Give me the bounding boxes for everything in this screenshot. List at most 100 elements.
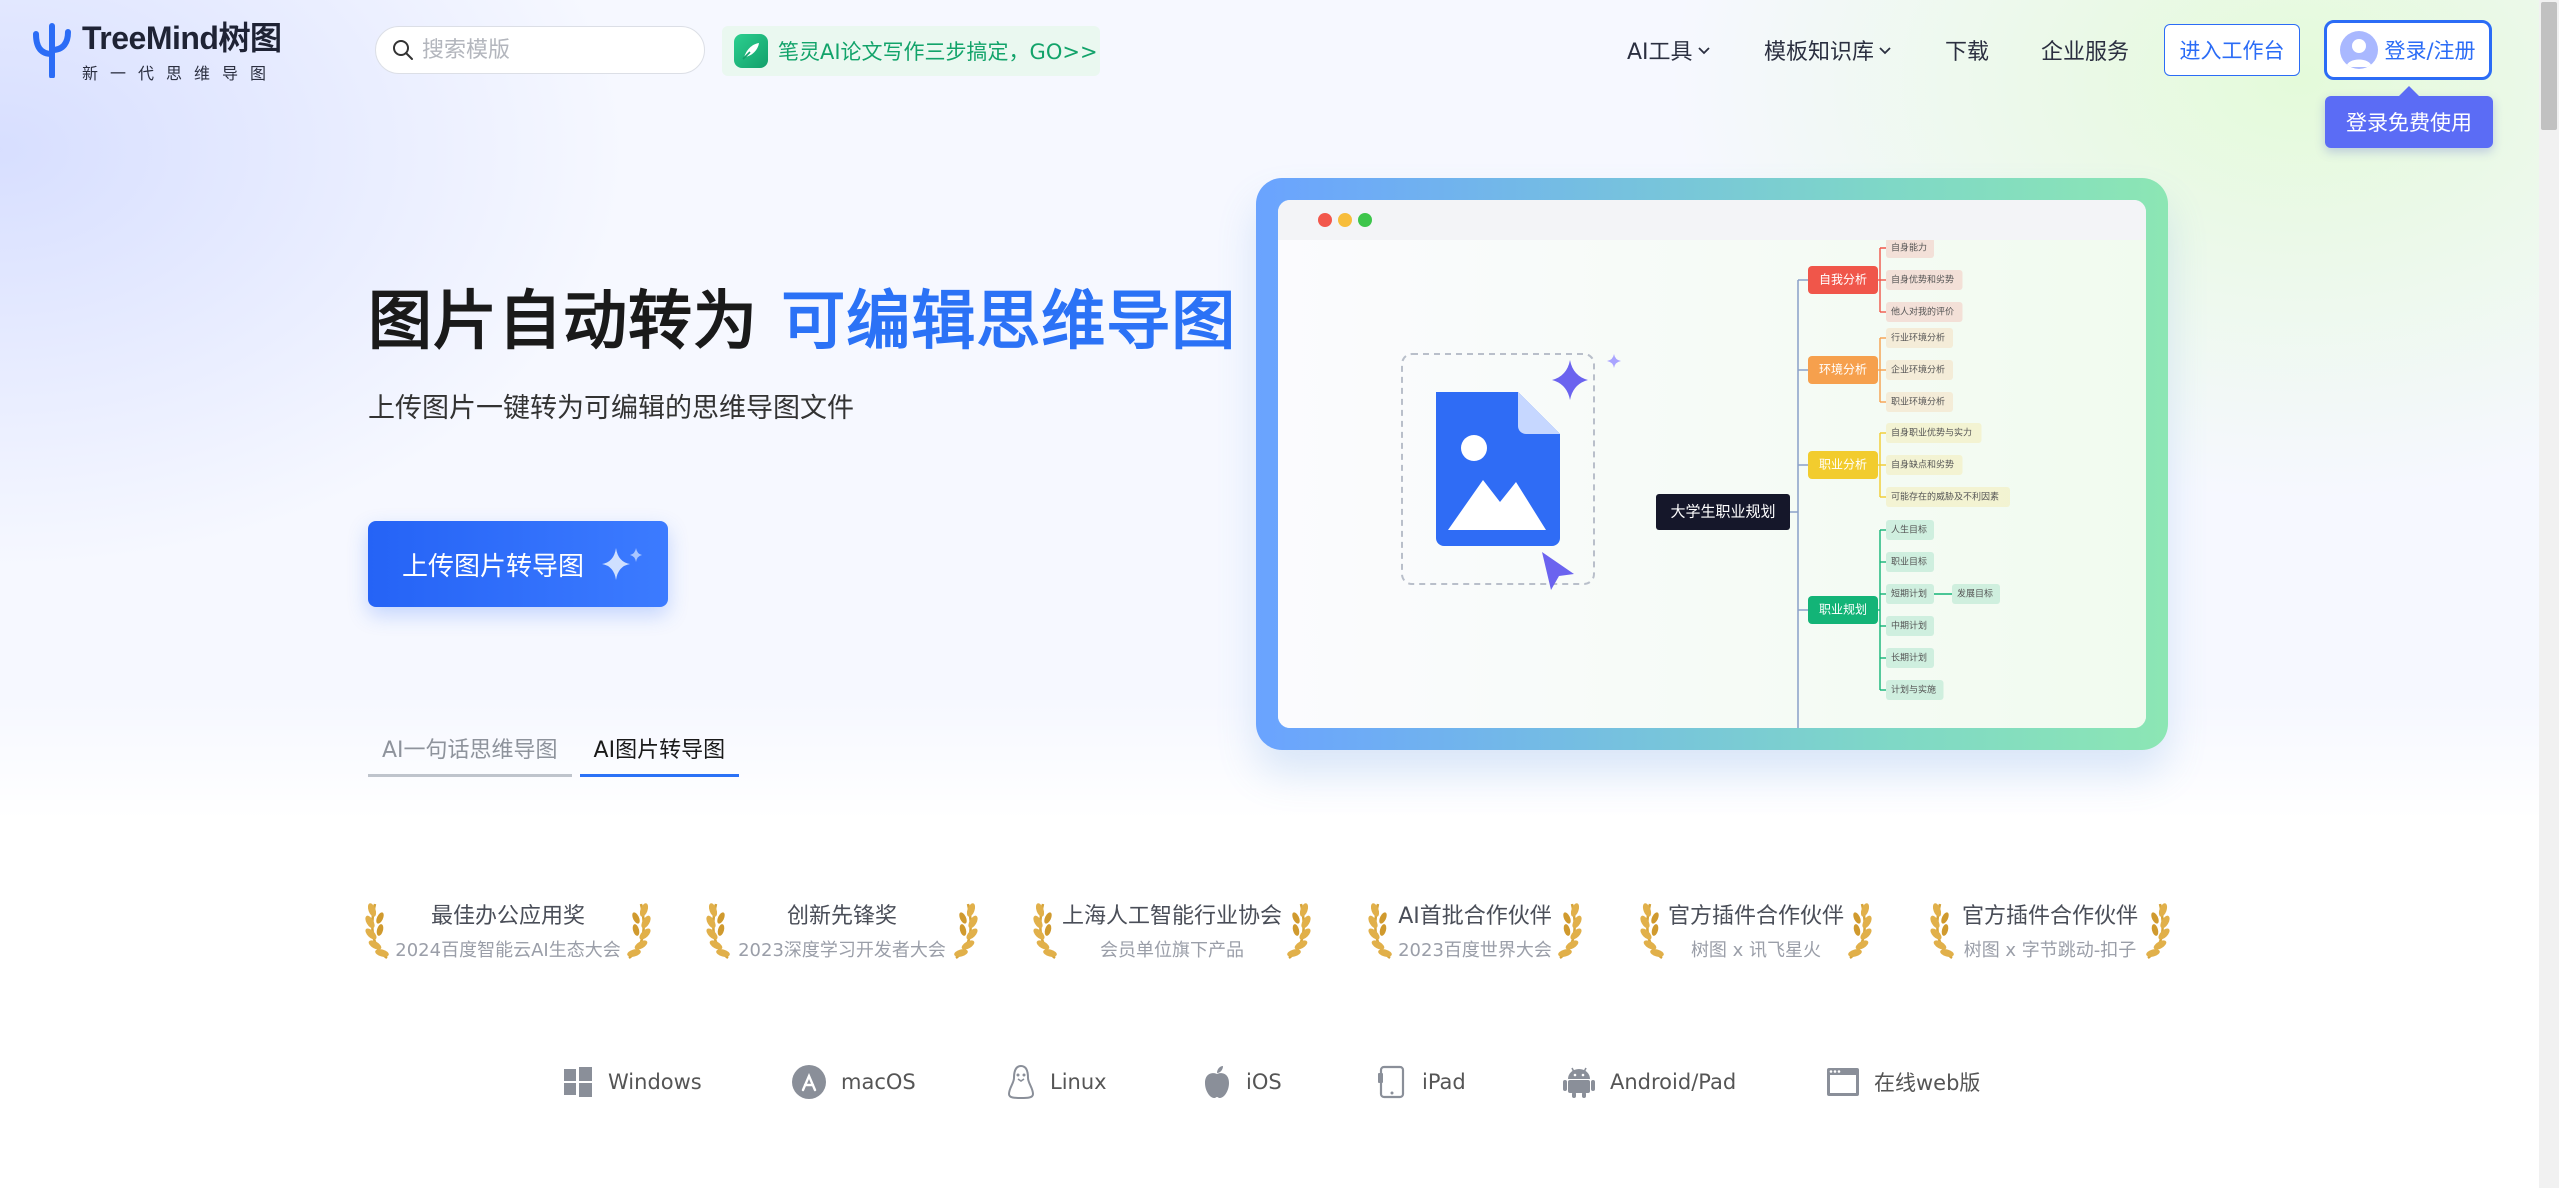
login-label: 登录/注册 (2384, 39, 2476, 63)
scrollbar-thumb[interactable] (2541, 2, 2557, 130)
mindmap-leaf-label: 长期计划 (1891, 652, 1927, 664)
apple-icon (1202, 1065, 1246, 1099)
laurel-left-icon (365, 903, 389, 960)
award-subtitle: 2023深度学习开发者大会 (738, 940, 946, 961)
award-title: 最佳办公应用奖 (430, 904, 585, 929)
sparkle-icon (1552, 360, 1588, 400)
mindmap-branch-label: 职业分析 (1819, 458, 1867, 472)
award-item: 官方插件合作伙伴 树图 x 讯飞星火 (1640, 890, 1872, 970)
platforms-row: Windows macOS Linux iOS iPad Android/Pad 在线web… (0, 1062, 2559, 1102)
minimize-dot-icon (1338, 213, 1352, 227)
laurel-right-icon (627, 903, 651, 960)
scrollbar-track[interactable] (2539, 0, 2559, 1188)
mindmap-branch-label: 职业规划 (1819, 602, 1867, 617)
laurel-left-icon (1368, 903, 1392, 960)
workbench-button[interactable]: 进入工作台 (2164, 24, 2300, 76)
platform-label: iOS (1246, 1070, 1282, 1094)
login-button[interactable]: 登录/注册 (2324, 20, 2492, 80)
search-icon (393, 40, 413, 60)
mockup-window: 大学生职业规划 自我分析 自身能力 自身优势和劣势 他人对我的评价 环境分析 行业环境分析企… (1278, 200, 2146, 728)
tab-ai-sentence[interactable]: AI一句话思维导图 (368, 728, 572, 777)
laurel-right-icon (1848, 903, 1872, 960)
search-input[interactable] (422, 37, 682, 63)
nav-download[interactable]: 下载 (1945, 30, 1989, 70)
award-title: 官方插件合作伙伴 (1667, 904, 1844, 929)
mindmap-leaf-label: 人生目标 (1891, 524, 1927, 536)
nav-templates[interactable]: 模板知识库 (1764, 30, 1892, 70)
appstore-icon (791, 1064, 841, 1100)
tab-ai-image[interactable]: AI图片转导图 (579, 728, 740, 777)
platform-label: macOS (841, 1070, 916, 1094)
award-item: 上海人工智能行业协会会员单位旗下产品 (1033, 890, 1311, 970)
platform-label: 在线web版 (1874, 1071, 1981, 1095)
award-subtitle: 2023百度世界大会 (1398, 940, 1552, 961)
sparkle-icon (602, 548, 643, 580)
award-subtitle: 2024百度智能云AI生态大会 (395, 940, 621, 961)
platform-ios[interactable]: iOS (1202, 1062, 1282, 1102)
web-icon (1826, 1066, 1874, 1098)
promo-banner[interactable]: 笔灵AI论文写作三步搞定，GO>> (722, 26, 1100, 76)
nav-ai-tools-label: AI工具 (1627, 40, 1693, 65)
laurel-left-icon (1033, 903, 1057, 960)
mindmap-leaf-label: 自身职业优势与实力 (1891, 427, 1972, 439)
hero-title-main: 图片自动转为 (368, 285, 758, 359)
hero-subtitle: 上传图片一键转为可编辑的思维导图文件 (368, 393, 854, 424)
platform--web-[interactable]: 在线web版 (1826, 1062, 1980, 1102)
platform-macos[interactable]: macOS (791, 1062, 916, 1102)
mindmap-leaf-label: 职业环境分析 (1891, 396, 1945, 408)
mindmap-leaf-label: 中期计划 (1891, 620, 1927, 632)
nav-enterprise[interactable]: 企业服务 (2041, 30, 2129, 70)
ipad-icon (1378, 1065, 1422, 1099)
mindmap-root-label: 大学生职业规划 (1670, 503, 1775, 521)
award-title: 创新先锋奖 (786, 904, 897, 929)
award-item: 创新先锋奖 2023深度学习开发者大会 (706, 890, 978, 970)
platform-linux[interactable]: Linux (1006, 1062, 1107, 1102)
mindmap-leaf-label: 计划与实施 (1891, 684, 1936, 696)
sparkle-small-icon (1607, 354, 1621, 368)
mindmap-branch-label: 自我分析 (1819, 273, 1867, 287)
mindmap-leaf-label: 自身能力 (1891, 242, 1927, 254)
platform-label: iPad (1422, 1070, 1466, 1094)
award-title: AI首批合作伙伴 (1398, 904, 1552, 929)
android-icon (1562, 1065, 1610, 1099)
mindmap-leaf-label: 自身缺点和劣势 (1891, 459, 1954, 471)
mindmap-leaf-label: 他人对我的评价 (1891, 306, 1954, 318)
treemind-logo-icon (33, 23, 71, 78)
brand-name: TreeMind树图 (82, 20, 282, 56)
nav-download-label: 下载 (1945, 40, 1990, 65)
chevron-down-icon (1879, 47, 1891, 55)
logo[interactable]: TreeMind树图 新一代思维导图 (30, 20, 282, 84)
laurel-left-icon (706, 903, 730, 960)
platform-label: Windows (608, 1070, 702, 1094)
laurel-left-icon (1640, 903, 1664, 960)
promo-text: 笔灵AI论文写作三步搞定，GO>> (778, 40, 1098, 64)
avatar (2340, 31, 2379, 69)
mindmap-leaf-label: 行业环境分析 (1891, 332, 1945, 344)
mindmap-leaf-label: 自身优势和劣势 (1891, 274, 1954, 286)
image-file-icon (1436, 392, 1560, 546)
platform-label: Android/Pad (1610, 1070, 1737, 1094)
upload-button-label: 上传图片转导图 (402, 551, 585, 582)
award-title: 上海人工智能行业协会 (1061, 904, 1282, 929)
nav-ai-tools[interactable]: AI工具 (1627, 30, 1711, 70)
mindmap-leaf-label: 可能存在的威胁及不利因素 (1891, 491, 1999, 503)
mockup-titlebar (1278, 200, 2146, 240)
upload-image-button[interactable]: 上传图片转导图 (368, 521, 668, 607)
laurel-right-icon (1287, 903, 1311, 960)
platform-windows[interactable]: Windows (562, 1062, 702, 1102)
login-tooltip[interactable]: 登录免费使用 (2325, 86, 2493, 148)
mockup-canvas: 大学生职业规划 自我分析 自身能力 自身优势和劣势 他人对我的评价 环境分析 行业环境分析企… (1278, 238, 2146, 728)
mindmap-leaf-label: 短期计划 (1891, 588, 1927, 600)
platform-ipad[interactable]: iPad (1378, 1062, 1466, 1102)
laurel-right-icon (954, 903, 978, 960)
feather-icon (734, 34, 768, 68)
hero-tabs: AI一句话思维导图 AI图片转导图 (368, 728, 747, 777)
mindmap-leaf-label: 发展目标 (1957, 588, 1993, 600)
laurel-left-icon (1930, 903, 1954, 960)
close-dot-icon (1318, 213, 1332, 227)
hero-title-accent: 可编辑思维导图 (781, 285, 1237, 359)
search-box[interactable] (375, 26, 705, 74)
award-subtitle: 会员单位旗下产品 (1100, 940, 1244, 961)
award-item: AI首批合作伙伴 2023百度世界大会 (1368, 890, 1582, 970)
platform-android-pad[interactable]: Android/Pad (1562, 1062, 1736, 1102)
